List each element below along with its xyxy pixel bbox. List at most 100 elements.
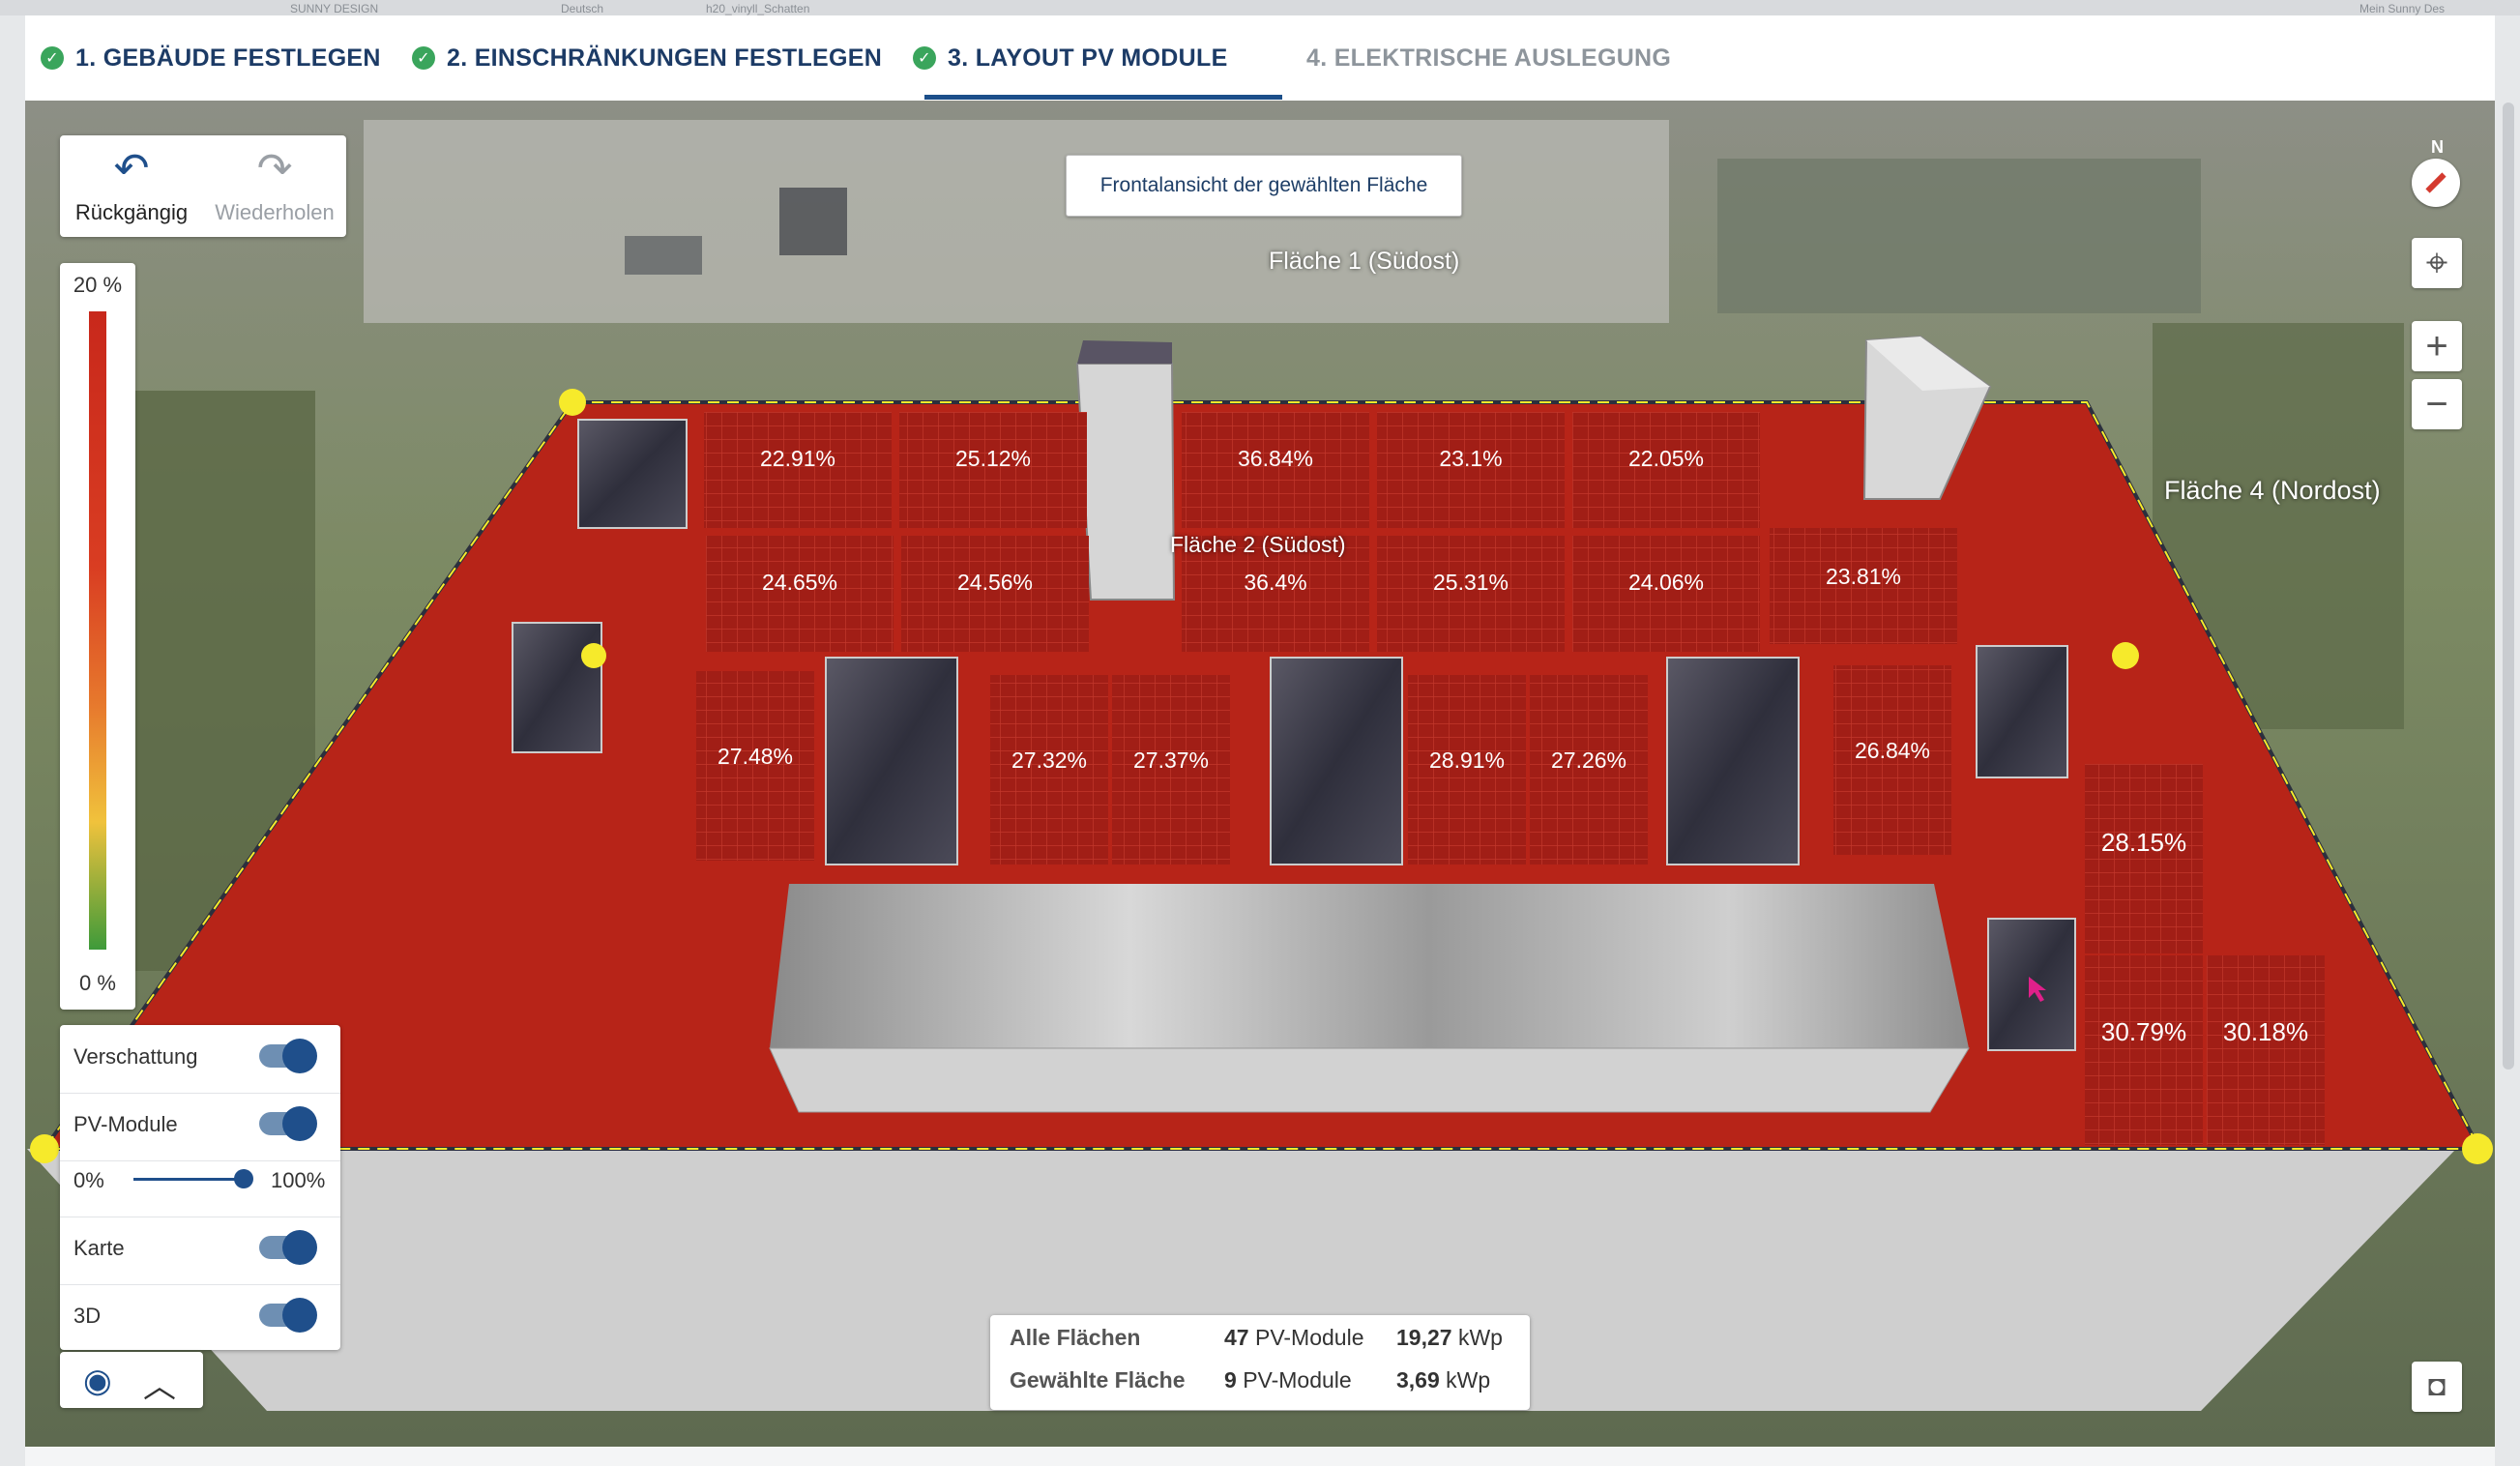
shading-toggle[interactable] [259,1039,317,1073]
toggle-knob [282,1298,317,1333]
summary-all-label: Alle Flächen [1010,1325,1141,1350]
chevron-up-icon[interactable]: ︿ [143,1360,176,1407]
toggle-knob [282,1039,317,1073]
layer-3d: 3D [60,1284,340,1350]
right-scrollbar[interactable] [2495,15,2520,1466]
opacity-slider-track[interactable] [133,1178,242,1181]
summary-selected-power: 3,69 [1396,1367,1440,1393]
area-label-4[interactable]: Fläche 4 (Nordost) [2164,476,2381,506]
legend-gradient-bar [89,311,106,950]
undo-button[interactable]: ↶ Rückgängig [60,135,203,237]
roof-scene[interactable]: 22.91% 25.12% 36.84% 23.1% 22.05% 24.65%… [25,101,2495,1447]
roof-corner-handle[interactable] [2462,1133,2493,1164]
summary-all-areas: Alle Flächen 47 PV-Module 19,27 kWp [990,1317,1530,1356]
locate-icon[interactable]: ⌖ [2412,238,2462,288]
tab-building[interactable]: ✓ 1. GEBÄUDE FESTLEGEN [41,15,381,101]
opacity-slider-handle[interactable] [234,1169,253,1188]
tab-label: 1. GEBÄUDE FESTLEGEN [75,44,381,72]
terrace-wall [769,1047,1970,1113]
layer-pv-label: PV-Module [73,1112,178,1136]
summary-selected-label: Gewählte Fläche [1010,1367,1186,1393]
redo-icon: ↷ [256,144,293,192]
module-shading-value: 27.26% [1551,748,1626,773]
roof-edge-handle[interactable] [2112,642,2139,669]
pv-module[interactable] [2207,955,2325,1145]
pv-module[interactable] [2085,955,2203,1145]
undo-label: Rückgängig [74,199,189,224]
layers-toggle-panel: ◉ ︿ [60,1352,203,1408]
roof-terrace [770,884,1969,1048]
module-shading-value: 30.18% [2223,1017,2308,1046]
module-shading-value: 25.12% [955,446,1031,471]
tab-label: 2. EINSCHRÄNKUNGEN FESTLEGEN [447,44,883,72]
summary-all-modules: 47 [1224,1325,1249,1350]
toggle-knob [282,1106,317,1141]
roof-3d-view[interactable]: 22.91% 25.12% 36.84% 23.1% 22.05% 24.65%… [25,101,2495,1447]
module-shading-value: 28.91% [1429,748,1505,773]
camera-icon[interactable]: ◘ [2412,1362,2462,1412]
redo-label: Wiederholen [215,199,335,224]
skylight [1270,657,1403,865]
chimney-top [1077,340,1172,364]
module-shading-value: 36.4% [1244,570,1306,595]
background-window [779,188,847,255]
module-shading-value: 22.05% [1628,446,1704,471]
module-shading-value: 24.06% [1628,570,1704,595]
shading-legend: 20 % 0 % [60,263,135,1010]
legend-max-label: 20 % [73,273,123,297]
layers-panel: Verschattung PV-Module 0% 100% Karte 3D [60,1025,340,1350]
legend-min-label: 0 % [79,971,116,995]
module-shading-value: 27.37% [1133,748,1209,773]
module-shading-value: 27.48% [718,744,793,769]
summary-modules-unit: PV-Module [1243,1367,1352,1393]
scrollbar-thumb[interactable] [2503,103,2514,1070]
module-shading-value: 27.32% [1011,748,1087,773]
history-panel: ↶ Rückgängig ↷ Wiederholen [60,135,346,237]
redo-button[interactable]: ↷ Wiederholen [203,135,346,237]
layer-map-label: Karte [73,1236,125,1260]
compass-needle [2425,172,2447,193]
layer-pv-modules: PV-Module [60,1093,340,1161]
faded-top-bar: SUNNY DESIGN Deutsch h20_vinyll_Schatten… [0,0,2520,15]
module-shading-value: 25.31% [1433,570,1509,595]
skylight [825,657,958,865]
eye-icon[interactable]: ◉ [83,1362,112,1400]
opacity-min-label: 0% [73,1168,104,1192]
layer-map: Karte [60,1217,340,1285]
map-toggle[interactable] [259,1230,317,1265]
tab-pv-layout[interactable]: ✓ 3. LAYOUT PV MODULE [913,15,1228,101]
faded-brand: SUNNY DESIGN [290,2,379,15]
toggle-knob [282,1230,317,1265]
module-shading-value: 30.79% [2101,1017,2186,1046]
compass-north-label: N [2431,137,2444,157]
pv-modules-toggle[interactable] [259,1106,317,1141]
module-shading-value: 26.84% [1855,738,1930,763]
roof-corner-handle[interactable] [559,389,586,416]
background-trees [1717,159,2201,313]
left-gutter [0,15,25,1466]
pv-module[interactable] [2085,764,2203,953]
module-shading-value: 23.81% [1826,564,1901,589]
check-icon: ✓ [412,46,435,70]
step-tabs: ✓ 1. GEBÄUDE FESTLEGEN ✓ 2. EINSCHRÄNKUN… [25,15,2495,102]
area-label-1[interactable]: Fläche 1 (Südost) [1269,248,1459,276]
tab-electrical[interactable]: 4. ELEKTRISCHE AUSLEGUNG [1306,15,1671,101]
faded-language: Deutsch [561,2,604,15]
faded-project: h20_vinyll_Schatten [706,2,810,15]
background-building [364,120,1669,323]
summary-power-unit: kWp [1446,1367,1491,1393]
roof-edge-handle[interactable] [581,643,606,668]
summary-selected-modules: 9 [1224,1367,1237,1393]
tab-restrictions[interactable]: ✓ 2. EINSCHRÄNKUNGEN FESTLEGEN [412,15,882,101]
3d-toggle[interactable] [259,1298,317,1333]
front-view-button[interactable]: Frontalansicht der gewählten Fläche [1066,155,1462,217]
zoom-in-button[interactable]: + [2412,321,2462,371]
active-tab-indicator [924,95,1282,100]
tab-label: 4. ELEKTRISCHE AUSLEGUNG [1306,44,1672,72]
roof-corner-handle[interactable] [30,1134,59,1163]
zoom-out-button[interactable]: − [2412,379,2462,429]
app-window: SUNNY DESIGN Deutsch h20_vinyll_Schatten… [0,0,2520,1466]
bottom-strip [25,1447,2495,1466]
area-label-2[interactable]: Fläche 2 (Südost) [1170,532,1346,558]
compass-icon[interactable] [2412,159,2460,207]
